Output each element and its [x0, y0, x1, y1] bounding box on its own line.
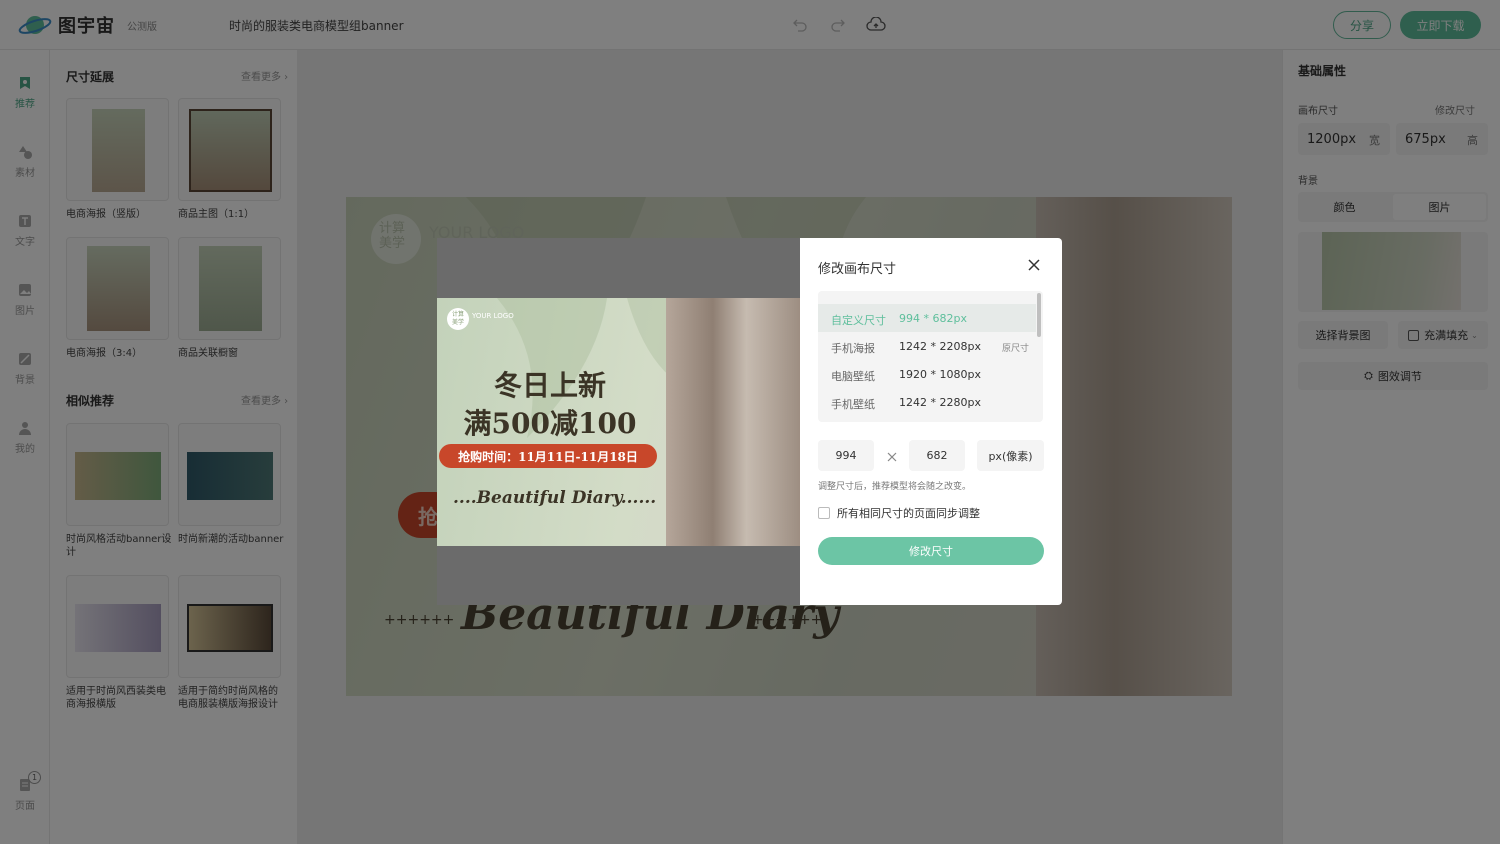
preset-size-list: 自定义尺寸 994 * 682px 手机海报 1242 * 2208px 原尺寸 电…	[818, 291, 1043, 422]
size-option-phone-wallpaper[interactable]: 手机壁纸 1242 * 2280px	[818, 388, 1036, 416]
preview-logo-circle: 计算 美学	[447, 308, 469, 330]
preview-headline-2: 满500减100	[463, 407, 637, 440]
preview-model-photo	[666, 298, 800, 546]
sync-label: 所有相同尺寸的页面同步调整	[837, 507, 980, 520]
size-option-phone-poster[interactable]: 手机海报 1242 * 2208px 原尺寸	[818, 332, 1036, 360]
resize-hint: 调整尺寸后，推荐模型将会随之改变。	[818, 482, 972, 492]
resize-canvas-dialog: 修改画布尺寸 自定义尺寸 994 * 682px 手机海报 1242 * 2208p…	[800, 238, 1062, 605]
dialog-title: 修改画布尺寸	[818, 262, 897, 277]
resize-preview: 计算 美学 YOUR LOGO 冬日上新 满500减100 抢购时间：11月11日…	[437, 238, 800, 605]
size-list-scrollbar[interactable]	[1037, 293, 1041, 337]
sync-pages-option[interactable]: 所有相同尺寸的页面同步调整	[818, 505, 980, 521]
size-option-custom[interactable]: 自定义尺寸 994 * 682px	[818, 304, 1036, 332]
width-input[interactable]: 994	[818, 440, 874, 471]
original-size-tag: 原尺寸	[1002, 344, 1030, 354]
sync-checkbox[interactable]	[818, 507, 830, 519]
preview-sale-time-badge: 抢购时间：11月11日-11月18日	[439, 444, 657, 468]
unit-select[interactable]: px(像素)	[977, 440, 1044, 471]
editor-app: 图宇宙 公测版 时尚的服装类电商模型组banner 分享 立即下载 推荐 素材	[0, 0, 1500, 844]
preview-banner: 计算 美学 YOUR LOGO 冬日上新 满500减100 抢购时间：11月11日…	[437, 298, 800, 546]
close-icon[interactable]	[1026, 257, 1042, 273]
size-option-desktop-wallpaper[interactable]: 电脑壁纸 1920 * 1080px	[818, 360, 1036, 388]
preview-your-logo: YOUR LOGO	[472, 312, 514, 320]
apply-resize-button[interactable]: 修改尺寸	[818, 537, 1044, 565]
times-icon	[886, 448, 898, 462]
preview-script: ....Beautiful Diary......	[453, 488, 657, 508]
height-input[interactable]: 682	[909, 440, 965, 471]
preview-headline-1: 冬日上新	[493, 369, 606, 402]
